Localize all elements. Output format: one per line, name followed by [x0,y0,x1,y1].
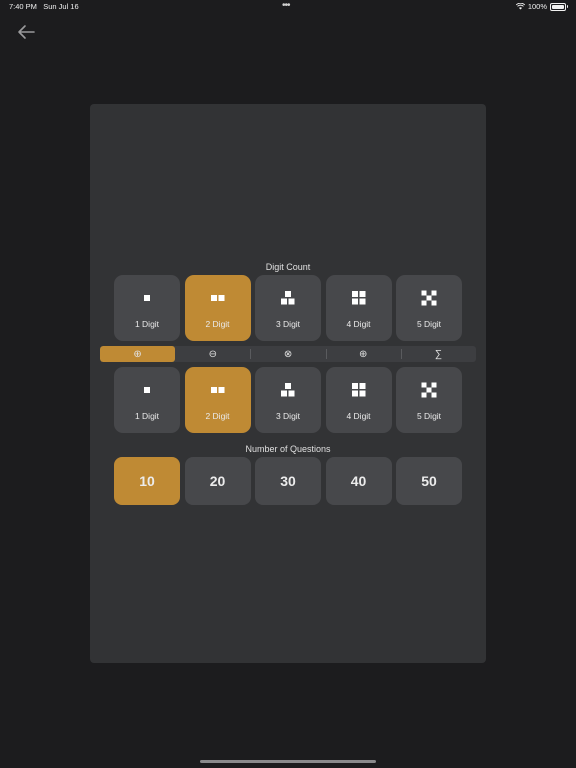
digit-count-row-bottom: 1 Digit 2 Digit 3 Digit 4 Digit 5 Digit [114,367,462,433]
question-option-20[interactable]: 20 [184,457,251,505]
digit-option-label: 4 Digit [346,319,371,329]
digit-option-label: 2 Digit [205,319,230,329]
two-squares-icon [210,295,224,301]
digit-option-label: 1 Digit [134,319,160,329]
operation-selector: ⊕ ⊖ ⊗ ⊕ ∑ [100,346,476,362]
digit-option-label: 4 Digit [346,411,371,421]
five-squares-icon [421,382,437,398]
status-indicators: 100% [515,2,568,11]
one-square-icon [144,295,150,301]
digit-option-1[interactable]: 1 Digit [114,275,180,341]
settings-panel: Digit Count 1 Digit 2 Digit 3 Digit 4 Di… [90,104,486,663]
digit-option-1[interactable]: 1 Digit [114,367,180,433]
digit-option-label: 3 Digit [275,411,301,421]
operation-add[interactable]: ⊕ [100,346,176,362]
home-indicator[interactable] [200,760,376,763]
arrow-left-icon [18,25,35,39]
digit-option-label: 1 Digit [134,411,160,421]
digit-option-5[interactable]: 5 Digit [396,275,462,341]
question-option-30[interactable]: 30 [255,457,321,505]
questions-title: Number of Questions [245,444,331,454]
digit-option-label: 5 Digit [416,319,442,329]
operation-multiply[interactable]: ⊗ [250,346,325,362]
three-squares-icon [281,291,295,305]
back-button[interactable] [16,23,36,41]
digit-option-3[interactable]: 3 Digit [255,367,321,433]
three-squares-icon [281,383,295,397]
four-squares-icon [351,291,365,305]
digit-count-title: Digit Count [265,262,311,272]
digit-option-5[interactable]: 5 Digit [396,367,462,433]
operation-divide[interactable]: ⊕ [325,346,401,362]
digit-option-4[interactable]: 4 Digit [325,367,392,433]
two-squares-icon [210,387,224,393]
four-squares-icon [351,383,365,397]
digit-count-row-top: 1 Digit 2 Digit 3 Digit 4 Digit 5 Digit [114,275,462,341]
status-time: 7:40 PM Sun Jul 16 [9,2,79,11]
status-bar: 7:40 PM Sun Jul 16 ••• 100% [0,0,576,14]
question-option-10[interactable]: 10 [114,457,180,505]
digit-option-4[interactable]: 4 Digit [325,275,392,341]
question-option-50[interactable]: 50 [396,457,462,505]
operation-subtract[interactable]: ⊖ [175,346,250,362]
multitasking-dots[interactable]: ••• [282,0,290,11]
battery-icon [550,2,568,11]
battery-percent: 100% [527,2,547,11]
question-option-40[interactable]: 40 [325,457,392,505]
one-square-icon [144,387,150,393]
operation-sum[interactable]: ∑ [400,346,476,362]
digit-option-2[interactable]: 2 Digit [184,367,251,433]
five-squares-icon [421,290,437,306]
digit-option-label: 5 Digit [416,411,442,421]
digit-option-2[interactable]: 2 Digit [184,275,251,341]
question-count-row: 10 20 30 40 50 [114,457,462,505]
digit-option-label: 2 Digit [205,411,230,421]
digit-option-3[interactable]: 3 Digit [255,275,321,341]
wifi-icon [515,3,525,10]
digit-option-label: 3 Digit [275,319,301,329]
